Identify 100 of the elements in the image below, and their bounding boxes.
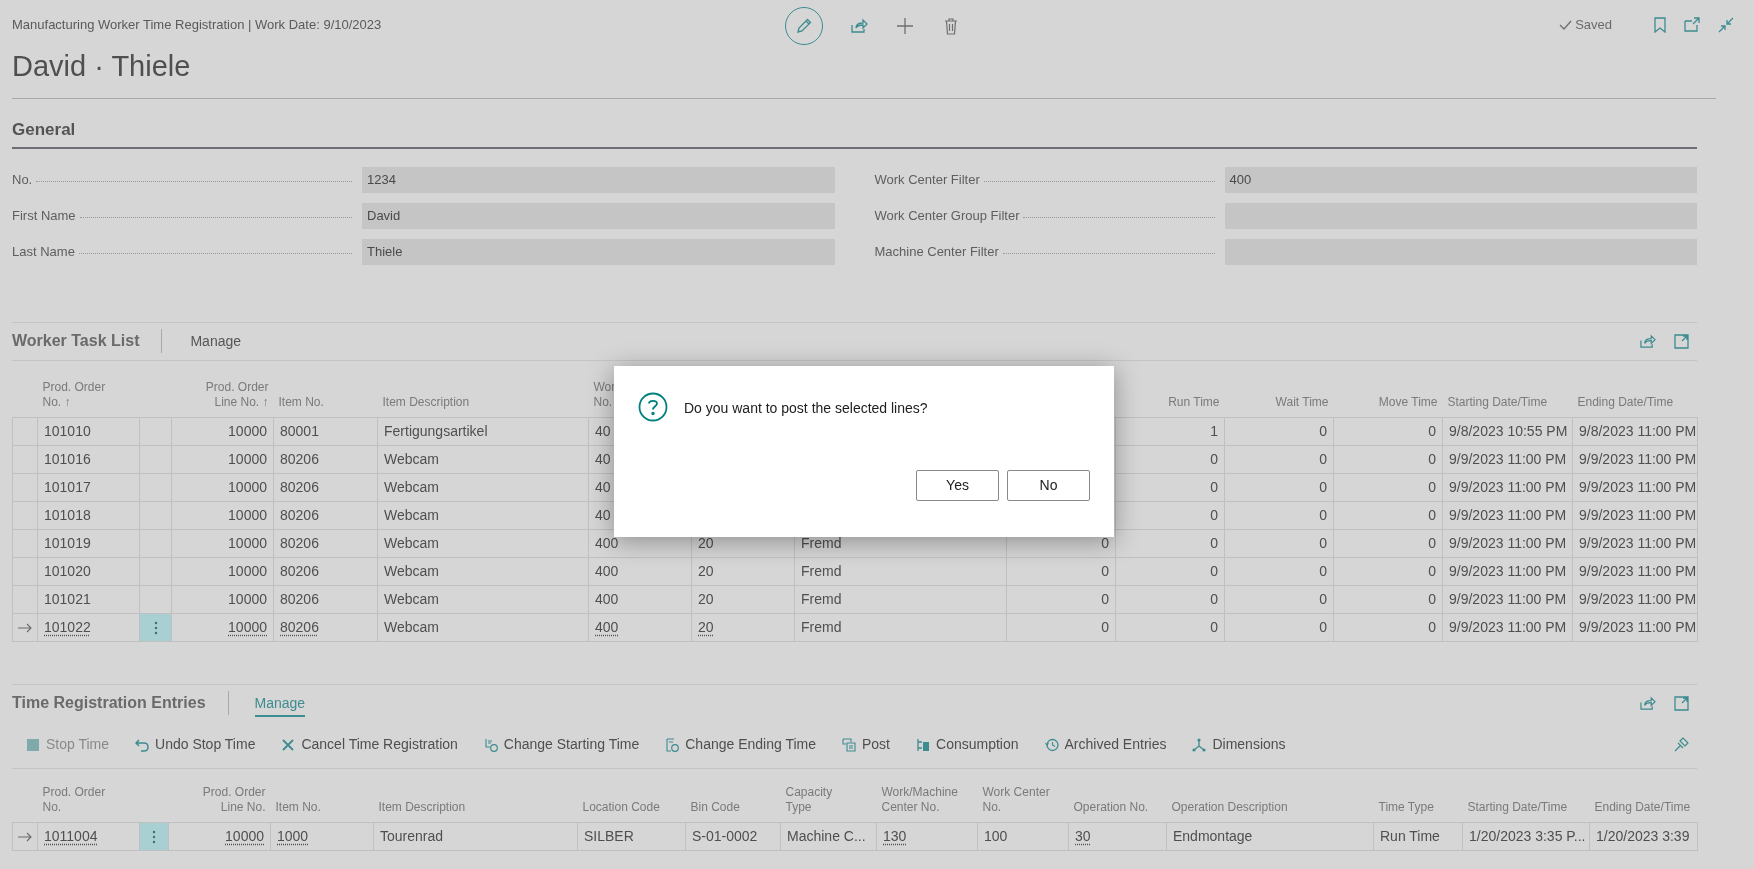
more-icon — [153, 621, 158, 636]
table-cell: 101019 — [44, 535, 91, 551]
column-header[interactable]: Item Description — [378, 799, 573, 815]
close-icon — [281, 737, 296, 752]
table-cell[interactable]: 1000 — [277, 827, 309, 844]
table-cell: 0 — [1428, 563, 1436, 579]
dialog-button[interactable]: No — [1007, 470, 1090, 501]
toolbar-button[interactable]: Consumption — [916, 734, 1019, 755]
column-header[interactable]: Item Description — [382, 395, 584, 410]
table-cell[interactable]: 30 — [1075, 827, 1091, 844]
toolbar-button[interactable]: Post — [842, 734, 890, 755]
toolbar-button[interactable]: Change Starting Time — [483, 734, 640, 755]
table-cell: 9/9/2023 11:00 PM — [1579, 535, 1697, 551]
table-cell: 9/9/2023 11:00 PM — [1579, 563, 1697, 579]
table-cell: 80206 — [280, 479, 319, 495]
table-cell: 9/9/2023 11:00 PM — [1579, 451, 1697, 467]
table-cell: 9/8/2023 10:55 PM — [1449, 423, 1568, 439]
table-cell: 9/9/2023 11:00 PM — [1449, 619, 1567, 635]
field-label: First Name — [12, 206, 77, 225]
column-header[interactable]: Work Center No. — [982, 784, 1064, 815]
expand-button[interactable] — [1674, 333, 1689, 349]
table-cell: Fremd — [801, 619, 842, 635]
column-header[interactable]: Location Code — [582, 799, 681, 815]
section-title[interactable]: Worker Task List — [12, 329, 162, 353]
table-cell: 0 — [1428, 507, 1436, 523]
table-cell[interactable]: 130 — [883, 827, 907, 844]
table-cell: 101020 — [44, 563, 91, 579]
table-cell[interactable]: 400 — [595, 619, 619, 635]
field-label: Work Center Group Filter — [874, 206, 1021, 225]
section-title[interactable]: Time Registration Entries — [12, 691, 228, 715]
table-cell: 0 — [1428, 535, 1436, 551]
input-field[interactable]: 400 — [1224, 166, 1697, 193]
column-header[interactable]: Item No. — [278, 395, 373, 410]
column-header[interactable]: Ending Date/Time — [1577, 395, 1693, 410]
column-header[interactable]: Prod. Order Line No. — [173, 784, 266, 815]
table-cell: 9/9/2023 11:00 PM — [1579, 479, 1697, 495]
table-cell: 0 — [1210, 591, 1218, 607]
column-header[interactable]: Operation Description — [1171, 799, 1369, 815]
table-cell: 0 — [1210, 563, 1218, 579]
column-header[interactable]: Time Type — [1378, 799, 1458, 815]
saved-status: Saved — [1575, 16, 1612, 34]
expand-button[interactable] — [1674, 695, 1689, 711]
column-header[interactable]: Bin Code — [690, 799, 776, 815]
list-icon — [916, 737, 930, 752]
table-cell: 101010 — [44, 423, 91, 439]
table-cell: 9/8/2023 11:00 PM — [1579, 423, 1697, 439]
toolbar-button[interactable]: Archived Entries — [1044, 734, 1167, 755]
column-header[interactable]: Item No. — [275, 799, 369, 815]
section-title[interactable]: General — [12, 120, 76, 139]
input-field[interactable]: Thiele — [362, 238, 835, 265]
add-button[interactable] — [895, 16, 915, 36]
column-header[interactable]: Move Time — [1338, 395, 1438, 410]
table-cell: 10000 — [228, 479, 267, 495]
column-header[interactable]: Work/Machine Center No. — [881, 784, 973, 815]
input-field[interactable]: 1234 — [362, 166, 835, 193]
table-cell: Webcam — [384, 535, 439, 551]
table-cell: 0 — [1319, 451, 1327, 467]
field-label: Last Name — [12, 242, 76, 261]
dialog-button[interactable]: Yes — [916, 470, 999, 501]
table-cell[interactable]: 20 — [698, 619, 714, 635]
column-header[interactable]: Prod. Order No. ↑ — [42, 380, 135, 410]
column-header[interactable]: Starting Date/Time — [1467, 799, 1585, 815]
clock-icon — [483, 737, 498, 752]
toolbar-button[interactable]: Change Ending Time — [665, 734, 816, 755]
input-field[interactable]: David — [362, 202, 835, 229]
more-icon — [152, 829, 156, 844]
table-cell: 0 — [1319, 535, 1327, 551]
bookmark-button[interactable] — [1654, 16, 1666, 33]
table-cell: 1/20/2023 3:39 — [1596, 827, 1690, 844]
manage-tab[interactable]: Manage — [254, 693, 306, 717]
table-cell: 80206 — [280, 507, 319, 523]
manage-tab[interactable]: Manage — [190, 330, 242, 352]
share-button[interactable] — [1639, 695, 1656, 711]
column-header[interactable]: Prod. Order Line No. ↑ — [176, 380, 269, 410]
table-cell: 0 — [1210, 451, 1218, 467]
share-button[interactable] — [1639, 333, 1656, 349]
collapse-button[interactable] — [1718, 16, 1734, 33]
table-cell: 10000 — [228, 451, 267, 467]
table-cell: 80206 — [280, 563, 319, 579]
table-cell: Machine C... — [787, 827, 866, 844]
toolbar-button[interactable]: Dimensions — [1192, 734, 1286, 755]
table-cell: 9/9/2023 11:00 PM — [1579, 619, 1697, 635]
toolbar-button[interactable]: Cancel Time Registration — [281, 734, 458, 755]
column-header[interactable]: Run Time — [1120, 395, 1220, 410]
column-header[interactable]: Ending Date/Time — [1594, 799, 1693, 815]
table-cell: 0 — [1428, 479, 1436, 495]
column-header[interactable]: Wait Time — [1229, 395, 1329, 410]
column-header[interactable]: Operation No. — [1073, 799, 1162, 815]
table-cell: 20 — [698, 563, 714, 579]
table-cell: Tourenrad — [380, 827, 444, 844]
share-button[interactable] — [849, 16, 869, 36]
column-header[interactable]: Prod. Order No. — [42, 784, 135, 815]
pin-button[interactable] — [1674, 737, 1689, 752]
table-cell: 80206 — [280, 535, 319, 551]
column-header[interactable]: Starting Date/Time — [1447, 395, 1568, 410]
table-cell: 101016 — [44, 451, 91, 467]
toolbar-button[interactable]: Undo Stop Time — [135, 734, 256, 755]
open-new-window-button[interactable] — [1684, 17, 1700, 33]
table-cell: Webcam — [384, 451, 439, 467]
column-header[interactable]: Capacity Type — [785, 784, 872, 815]
